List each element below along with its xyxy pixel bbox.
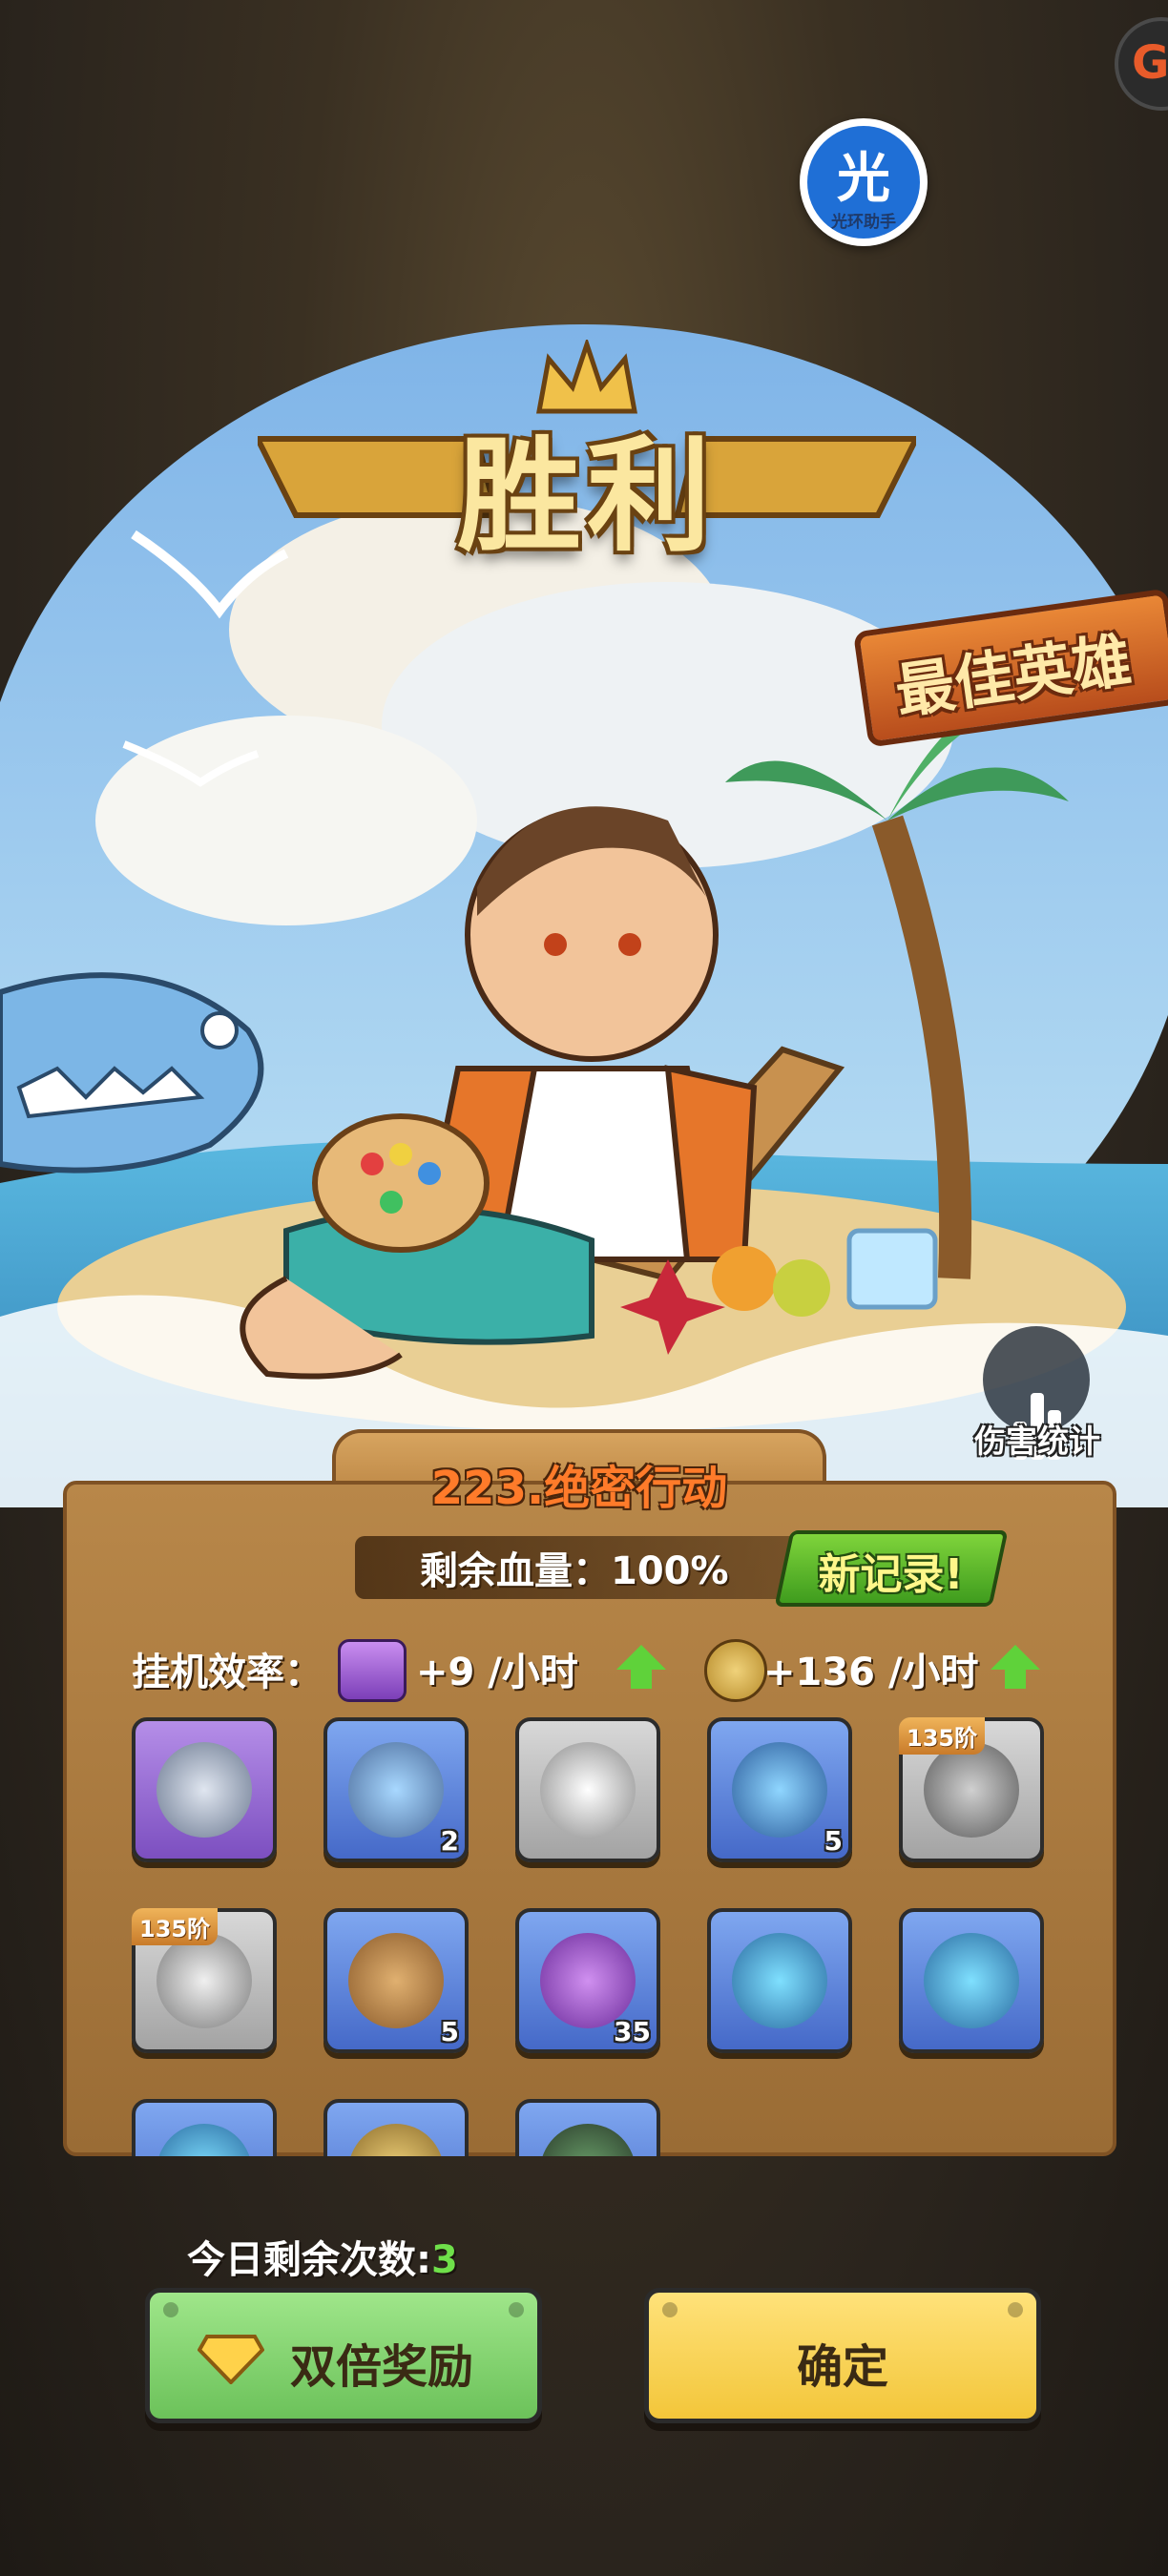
damage-stats-label: 伤害统计 <box>974 1423 1100 1460</box>
damage-stats-button[interactable]: 伤害统计 <box>974 1326 1100 1469</box>
reward-slot[interactable]: 5 <box>323 1908 469 2053</box>
new-record-badge: 新记录! <box>774 1530 1009 1607</box>
button-stud <box>662 2302 678 2317</box>
purple-chest-currency-icon <box>338 1639 407 1702</box>
idle-rate-chests: +9 /小时 <box>416 1651 578 1694</box>
armor-card-icon <box>924 1933 1019 2028</box>
helper-badge-glyph: 光 <box>837 148 890 210</box>
reward-grid: 2 5 135阶 135阶 5 35 <box>63 1717 1109 2156</box>
reward-slot[interactable] <box>899 1908 1044 2053</box>
helper-badge-caption: 光环助手 <box>831 213 896 232</box>
confirm-label: 确定 <box>796 2340 888 2394</box>
double-reward-label: 双倍奖励 <box>289 2340 473 2394</box>
reward-slot[interactable] <box>132 1717 277 1862</box>
purple-chest-icon <box>540 1933 636 2028</box>
ring-gear-icon <box>924 1742 1019 1838</box>
hp-remaining-text: 剩余血量：100% <box>420 1549 729 1593</box>
idle-efficiency-label: 挂机效率： <box>132 1651 323 1694</box>
capsule-item-icon <box>732 1742 827 1838</box>
reward-tier-badge: 135阶 <box>899 1717 986 1755</box>
hammer-item-icon <box>348 1742 444 1838</box>
triangle-item-icon <box>540 1742 636 1838</box>
helper-app-badge[interactable]: 光 光环助手 <box>800 118 928 246</box>
wood-chest-icon <box>348 1933 444 2028</box>
reward-quantity: 5 <box>824 1825 843 1857</box>
card-item-icon <box>156 2124 252 2156</box>
double-reward-button[interactable]: 双倍奖励 <box>145 2288 542 2423</box>
button-stud <box>509 2302 524 2317</box>
reward-slot[interactable]: 2 <box>323 1717 469 1862</box>
reward-slot[interactable]: 35 <box>515 1908 660 2053</box>
reward-quantity: 5 <box>440 2016 459 2047</box>
reward-slot[interactable]: 5 <box>707 1717 852 1862</box>
ticket-item-icon <box>540 2124 636 2156</box>
confirm-button[interactable]: 确定 <box>644 2288 1041 2423</box>
button-stud <box>1008 2302 1023 2317</box>
increase-arrow-icon <box>616 1645 666 1689</box>
armor-gear-icon <box>156 1933 252 2028</box>
victory-title: 胜利 <box>456 424 717 569</box>
reward-slot[interactable] <box>132 2099 277 2156</box>
reward-slot[interactable] <box>515 2099 660 2156</box>
reward-tier-badge: 135阶 <box>132 1908 219 1945</box>
gold-coin-icon <box>704 1639 767 1702</box>
remaining-attempts-label: 今日剩余次数: <box>187 2238 431 2282</box>
stage-title: 223.绝密行动 <box>430 1462 728 1515</box>
reward-slot[interactable] <box>707 1908 852 2053</box>
reward-slot[interactable]: 135阶 <box>132 1908 277 2053</box>
reward-slot[interactable] <box>323 2099 469 2156</box>
reward-slot[interactable] <box>515 1717 660 1862</box>
helmet-card-icon <box>732 1933 827 2028</box>
new-record-label: 新记录! <box>818 1550 964 1599</box>
coin-item-icon <box>348 2124 444 2156</box>
button-stud <box>163 2302 178 2317</box>
idle-rate-gold: +136 /小时 <box>763 1651 979 1694</box>
increase-arrow-icon-2 <box>991 1645 1040 1689</box>
remaining-attempts-count: 3 <box>431 2238 458 2282</box>
reward-quantity: 2 <box>440 1825 459 1857</box>
orb-item-icon <box>156 1742 252 1838</box>
reward-slot[interactable]: 135阶 <box>899 1717 1044 1862</box>
reward-quantity: 35 <box>614 2016 651 2047</box>
remaining-attempts: 今日剩余次数:3 <box>187 2229 458 2284</box>
corner-badge-glyph: G <box>1132 36 1168 90</box>
